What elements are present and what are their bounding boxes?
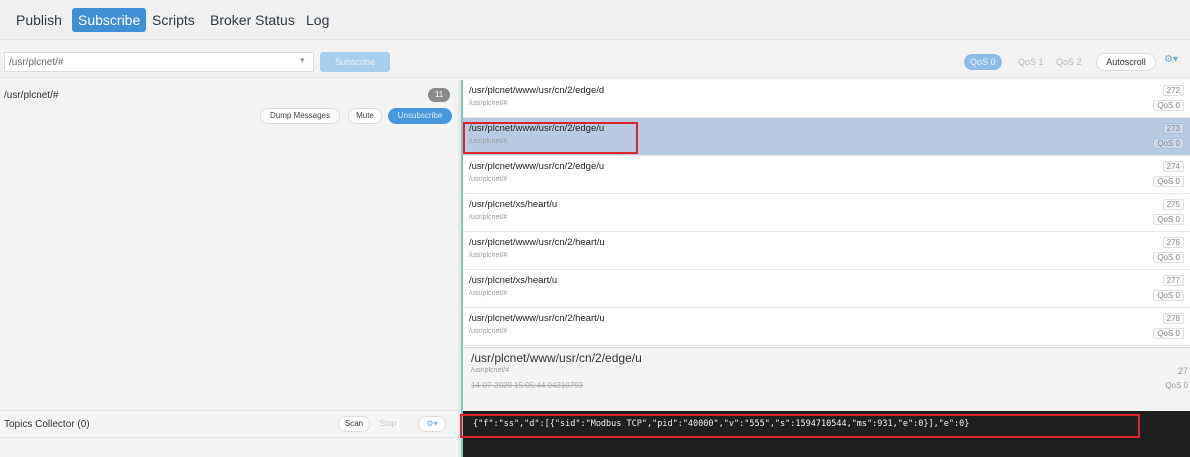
message-detail-header: /usr/plcnet/www/usr/cn/2/edge/u /usr/plc… xyxy=(463,347,1190,411)
message-topic: /usr/plcnet/www/usr/cn/2/edge/u xyxy=(469,161,605,172)
message-topic: /usr/plcnet/www/usr/cn/2/heart/u xyxy=(469,313,605,324)
message-topic: /usr/plcnet/xs/heart/u xyxy=(469,275,558,286)
message-subscription: /usr/plcnet/# xyxy=(469,100,508,107)
autoscroll-button[interactable]: Autoscroll xyxy=(1096,53,1156,71)
message-number: 272 xyxy=(1162,85,1184,96)
mute-button[interactable]: Mute xyxy=(348,108,382,124)
message-item[interactable]: /usr/plcnet/www/usr/cn/2/edge/u /usr/plc… xyxy=(463,156,1190,194)
unsubscribe-button[interactable]: Unsubscribe xyxy=(388,108,452,124)
subscription-topic[interactable]: /usr/plcnet/# xyxy=(4,90,58,101)
subscribe-button[interactable]: Subscribe xyxy=(320,52,390,72)
subscriptions-panel: /usr/plcnet/# 11 Dump Messages Mute Unsu… xyxy=(0,80,458,457)
message-item[interactable]: /usr/plcnet/xs/heart/u /usr/plcnet/# 277… xyxy=(463,270,1190,308)
message-subscription: /usr/plcnet/# xyxy=(469,176,508,183)
detail-qos: QoS 0 xyxy=(1165,381,1188,390)
detail-topic: /usr/plcnet/www/usr/cn/2/edge/u xyxy=(471,351,642,365)
message-number: 278 xyxy=(1162,313,1184,324)
gear-icon[interactable]: ⚙▾ xyxy=(1164,54,1178,65)
payload-viewer[interactable]: {"f":"ss","d":[{"sid":"Modbus TCP","pid"… xyxy=(463,411,1190,457)
message-qos: QoS 0 xyxy=(1153,138,1184,149)
message-subscription: /usr/plcnet/# xyxy=(469,214,508,221)
message-topic: /usr/plcnet/www/usr/cn/2/edge/u xyxy=(469,123,605,134)
scan-button[interactable]: Scan xyxy=(338,416,370,432)
message-item[interactable]: /usr/plcnet/www/usr/cn/2/heart/u /usr/pl… xyxy=(463,308,1190,346)
payload-text: {"f":"ss","d":[{"sid":"Modbus TCP","pid"… xyxy=(473,419,970,429)
message-topic: /usr/plcnet/xs/heart/u xyxy=(469,199,558,210)
message-qos: QoS 0 xyxy=(1153,252,1184,263)
chevron-down-icon[interactable]: ▾ xyxy=(300,55,305,66)
tab-broker-status[interactable]: Broker Status xyxy=(204,8,301,32)
top-navigation: Publish Subscribe Scripts Broker Status … xyxy=(0,0,1190,40)
message-item-selected[interactable]: /usr/plcnet/www/usr/cn/2/edge/u /usr/plc… xyxy=(463,118,1190,156)
detail-number: 27 xyxy=(1177,366,1188,376)
message-topic: /usr/plcnet/www/usr/cn/2/heart/u xyxy=(469,237,605,248)
subscription-count-badge: 11 xyxy=(428,88,450,102)
message-qos: QoS 0 xyxy=(1153,176,1184,187)
tab-subscribe[interactable]: Subscribe xyxy=(72,8,147,32)
message-qos: QoS 0 xyxy=(1153,328,1184,339)
message-number: 275 xyxy=(1162,199,1184,210)
subscribe-toolbar: ▾ Subscribe QoS 0 QoS 1 QoS 2 Autoscroll… xyxy=(0,46,1190,78)
message-item[interactable]: /usr/plcnet/www/usr/cn/2/heart/u /usr/pl… xyxy=(463,232,1190,270)
message-qos: QoS 0 xyxy=(1153,290,1184,301)
tab-log[interactable]: Log xyxy=(300,8,335,32)
topic-input[interactable] xyxy=(4,52,314,72)
tab-publish[interactable]: Publish xyxy=(10,8,68,32)
qos1-toggle[interactable]: QoS 1 xyxy=(1012,54,1050,70)
detail-subscription: /usr/plcnet/# xyxy=(471,367,510,374)
topics-collector: Topics Collector (0) Scan Stop ⚙▾ xyxy=(0,410,458,438)
message-item[interactable]: /usr/plcnet/xs/heart/u /usr/plcnet/# 275… xyxy=(463,194,1190,232)
message-qos: QoS 0 xyxy=(1153,214,1184,225)
message-number: 277 xyxy=(1162,275,1184,286)
detail-timestamp: 14-07-2020 15:05:44.04310793 xyxy=(471,381,584,390)
tab-scripts[interactable]: Scripts xyxy=(146,8,201,32)
message-number: 273 xyxy=(1162,123,1184,134)
qos0-toggle[interactable]: QoS 0 xyxy=(964,54,1002,70)
message-subscription: /usr/plcnet/# xyxy=(469,328,508,335)
message-subscription: /usr/plcnet/# xyxy=(469,290,508,297)
message-item[interactable]: /usr/plcnet/www/usr/cn/2/edge/d /usr/plc… xyxy=(463,80,1190,118)
message-number: 274 xyxy=(1162,161,1184,172)
message-subscription: /usr/plcnet/# xyxy=(469,138,508,145)
stop-button[interactable]: Stop xyxy=(374,416,402,432)
gear-icon[interactable]: ⚙▾ xyxy=(418,416,446,432)
message-subscription: /usr/plcnet/# xyxy=(469,252,508,259)
qos2-toggle[interactable]: QoS 2 xyxy=(1050,54,1088,70)
message-topic: /usr/plcnet/www/usr/cn/2/edge/d xyxy=(469,85,605,96)
message-list: /usr/plcnet/www/usr/cn/2/edge/d /usr/plc… xyxy=(463,80,1190,347)
dump-messages-button[interactable]: Dump Messages xyxy=(260,108,340,124)
message-qos: QoS 0 xyxy=(1153,100,1184,111)
topics-collector-label: Topics Collector (0) xyxy=(4,419,90,430)
message-number: 276 xyxy=(1162,237,1184,248)
